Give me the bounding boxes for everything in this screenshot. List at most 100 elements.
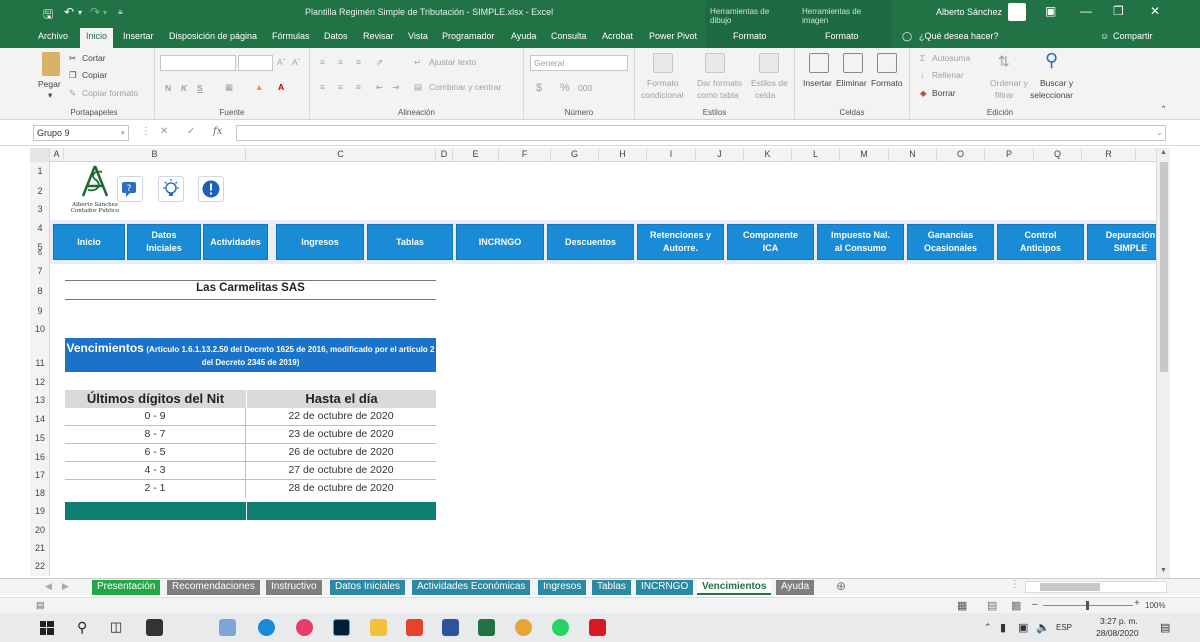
currency-button[interactable]: $ bbox=[536, 82, 542, 94]
tray-chevron-icon[interactable]: ⌃ bbox=[984, 622, 992, 633]
scroll-down-icon[interactable]: ▼ bbox=[1160, 567, 1167, 574]
number-format-select[interactable]: General bbox=[530, 55, 628, 71]
share-icon[interactable]: ☺ bbox=[1100, 31, 1109, 41]
row-header[interactable]: 17 bbox=[30, 470, 50, 480]
tell-me-input[interactable]: ¿Qué desea hacer? bbox=[919, 31, 999, 41]
find-select-label2[interactable]: seleccionar bbox=[1030, 90, 1073, 100]
name-box[interactable]: Grupo 9 bbox=[33, 125, 129, 141]
nav-button-componente-ica[interactable]: Componente ICA bbox=[727, 224, 814, 260]
column-header[interactable]: D bbox=[436, 148, 453, 162]
tab-formato-dibujo[interactable]: Formato bbox=[733, 31, 767, 41]
page-break-icon[interactable]: ▩ bbox=[1011, 599, 1021, 612]
collapse-ribbon-icon[interactable]: ⌃ bbox=[1160, 104, 1167, 115]
increase-indent-icon[interactable]: ⇥ bbox=[392, 82, 399, 93]
row-header[interactable]: 22 bbox=[30, 561, 50, 571]
column-header[interactable]: B bbox=[64, 148, 246, 162]
ribbon-display-icon[interactable]: ▣ bbox=[1045, 4, 1056, 18]
bold-button[interactable]: N bbox=[165, 83, 171, 93]
undo-dropdown-icon[interactable]: ▾ bbox=[78, 8, 82, 17]
tab-archivo[interactable]: Archivo bbox=[38, 31, 68, 41]
column-header[interactable]: E bbox=[453, 148, 499, 162]
increase-font-icon[interactable]: Aˆ bbox=[277, 57, 286, 67]
percent-button[interactable]: % bbox=[560, 82, 570, 94]
file-explorer-icon[interactable] bbox=[370, 619, 387, 636]
conditional-format-label1[interactable]: Formato bbox=[647, 78, 679, 88]
cut-icon[interactable]: ✂ bbox=[69, 53, 76, 64]
column-header[interactable]: C bbox=[246, 148, 436, 162]
name-box-dropdown-icon[interactable]: ▾ bbox=[121, 129, 125, 137]
page-layout-icon[interactable]: ▤ bbox=[987, 599, 997, 612]
acrobat-icon[interactable] bbox=[589, 619, 606, 636]
save-icon[interactable]: 🖫 bbox=[43, 5, 53, 26]
format-table-label1[interactable]: Dar formato bbox=[697, 78, 742, 88]
align-top-icon[interactable]: ≡ bbox=[320, 57, 325, 67]
prev-sheet-icon[interactable]: ◀ bbox=[45, 581, 52, 592]
column-header[interactable]: R bbox=[1082, 148, 1136, 162]
redo-dropdown-icon[interactable]: ▾ bbox=[103, 8, 107, 17]
select-all-corner[interactable] bbox=[30, 148, 50, 162]
worksheet[interactable]: Alberto Sánchez Contador Público ? Inici… bbox=[50, 162, 1156, 576]
column-header[interactable]: H bbox=[599, 148, 647, 162]
clear-icon[interactable]: ◆ bbox=[920, 88, 927, 99]
nav-button-ingresos[interactable]: Ingresos bbox=[276, 224, 364, 260]
sort-icon[interactable]: ⇅ bbox=[998, 53, 1010, 70]
normal-view-icon[interactable]: ▦ bbox=[957, 599, 967, 612]
underline-button[interactable]: S bbox=[197, 83, 203, 93]
photoshop-icon[interactable] bbox=[333, 619, 350, 636]
volume-icon[interactable]: 🔈 bbox=[1036, 621, 1050, 634]
tab-formulas[interactable]: Fórmulas bbox=[272, 31, 310, 41]
row-header[interactable]: 3 bbox=[30, 204, 50, 214]
align-middle-icon[interactable]: ≡ bbox=[338, 57, 343, 67]
row-header[interactable]: 19 bbox=[30, 506, 50, 516]
tab-power-pivot[interactable]: Power Pivot bbox=[649, 31, 697, 41]
delete-cells-icon[interactable] bbox=[843, 53, 863, 73]
format-table-label2[interactable]: como tabla bbox=[697, 90, 739, 100]
zoom-level[interactable]: 100% bbox=[1145, 601, 1165, 610]
tab-programador[interactable]: Programador bbox=[442, 31, 495, 41]
decrease-indent-icon[interactable]: ⇤ bbox=[376, 82, 383, 93]
merge-icon[interactable]: ▤ bbox=[414, 82, 422, 93]
italic-button[interactable]: K bbox=[181, 83, 187, 93]
paste-dropdown-icon[interactable]: ▾ bbox=[48, 90, 52, 101]
nav-button-descuentos[interactable]: Descuentos bbox=[547, 224, 634, 260]
formula-input[interactable] bbox=[236, 125, 1166, 141]
paste-button[interactable]: Pegar bbox=[38, 79, 61, 89]
user-name[interactable]: Alberto Sánchez bbox=[936, 7, 1002, 17]
tab-insertar[interactable]: Insertar bbox=[123, 31, 154, 41]
clear-button[interactable]: Borrar bbox=[932, 88, 956, 98]
column-header[interactable]: O bbox=[937, 148, 985, 162]
format-cells-button[interactable]: Formato bbox=[871, 78, 903, 88]
font-name-select[interactable] bbox=[160, 55, 236, 71]
tab-disposicion[interactable]: Disposición de página bbox=[169, 31, 257, 41]
fill-button[interactable]: Rellenar bbox=[932, 70, 964, 80]
align-right-icon[interactable]: ≡ bbox=[356, 82, 361, 92]
row-header[interactable]: 15 bbox=[30, 433, 50, 443]
insert-function-button[interactable]: fx bbox=[213, 126, 222, 137]
close-icon[interactable]: ✕ bbox=[1150, 4, 1160, 18]
sheet-tab-active[interactable]: Vencimientos bbox=[697, 580, 772, 595]
horizontal-scrollbar[interactable] bbox=[1025, 581, 1167, 593]
sheet-tab[interactable]: Actividades Económicas bbox=[412, 580, 531, 595]
zoom-out-icon[interactable]: – bbox=[1032, 599, 1038, 610]
sheet-tab[interactable]: Presentación bbox=[92, 580, 161, 595]
tab-acrobat[interactable]: Acrobat bbox=[602, 31, 633, 41]
find-select-label1[interactable]: Buscar y bbox=[1040, 78, 1073, 88]
redo-icon[interactable]: ↷ bbox=[90, 5, 100, 19]
ideas-button[interactable] bbox=[158, 176, 184, 202]
conditional-format-label2[interactable]: condicional bbox=[641, 90, 684, 100]
sort-filter-label1[interactable]: Ordenar y bbox=[990, 78, 1028, 88]
column-header[interactable]: L bbox=[792, 148, 840, 162]
cell-styles-label2[interactable]: celda bbox=[755, 90, 775, 100]
format-painter-icon[interactable]: ✎ bbox=[69, 88, 76, 99]
chrome-icon[interactable] bbox=[515, 619, 532, 636]
search-icon[interactable]: ⚲ bbox=[1045, 50, 1058, 71]
nav-button-impuesto-consumo[interactable]: Impuesto Nal. al Consumo bbox=[817, 224, 904, 260]
edge-icon[interactable] bbox=[258, 619, 275, 636]
tab-consulta[interactable]: Consulta bbox=[551, 31, 587, 41]
row-header[interactable]: 16 bbox=[30, 452, 50, 462]
tab-formato-imagen[interactable]: Formato bbox=[825, 31, 859, 41]
word-icon[interactable] bbox=[442, 619, 459, 636]
customize-qat-icon[interactable]: ≡ bbox=[118, 8, 123, 17]
row-header[interactable]: 10 bbox=[30, 324, 50, 334]
vertical-scroll-thumb[interactable] bbox=[1160, 162, 1168, 372]
